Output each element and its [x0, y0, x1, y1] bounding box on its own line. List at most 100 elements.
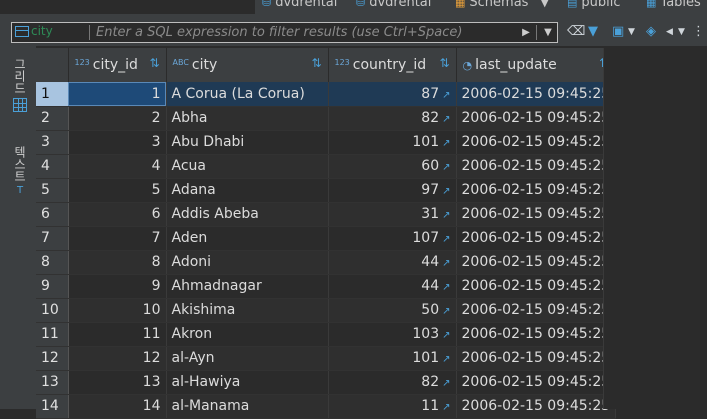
- cell-country-id[interactable]: 11 ↗: [328, 394, 457, 419]
- cell-last-update[interactable]: 2006-02-15 09:45:25: [456, 346, 617, 371]
- cell-last-update[interactable]: 2006-02-15 09:45:25: [456, 298, 617, 323]
- table-row[interactable]: 8 8 Adoni 44 ↗ 2006-02-15 09:45:25: [36, 250, 617, 275]
- crumb-tables[interactable]: ▦ Tables: [646, 0, 701, 10]
- cell-city[interactable]: al-Ayn: [166, 346, 329, 371]
- table-row[interactable]: 9 9 Ahmadnagar 44 ↗ 2006-02-15 09:45:25: [36, 274, 617, 299]
- foreign-key-link-icon[interactable]: ↗: [442, 114, 450, 125]
- cell-city-id[interactable]: 10: [68, 298, 167, 323]
- foreign-key-link-icon[interactable]: ↗: [442, 186, 450, 197]
- cell-country-id[interactable]: 44 ↗: [328, 250, 457, 275]
- foreign-key-link-icon[interactable]: ↗: [442, 258, 450, 269]
- cell-city[interactable]: Adoni: [166, 250, 329, 275]
- cell-last-update[interactable]: 2006-02-15 09:45:25: [456, 154, 617, 179]
- row-number[interactable]: 13: [36, 370, 69, 395]
- cell-last-update[interactable]: 2006-02-15 09:45:25: [456, 82, 617, 107]
- cell-country-id[interactable]: 82 ↗: [328, 106, 457, 131]
- table-row[interactable]: 11 11 Akron 103 ↗ 2006-02-15 09:45:25: [36, 322, 617, 347]
- foreign-key-link-icon[interactable]: ↗: [442, 378, 450, 389]
- cell-last-update[interactable]: 2006-02-15 09:45:25: [456, 322, 617, 347]
- foreign-key-link-icon[interactable]: ↗: [442, 138, 450, 149]
- cell-last-update[interactable]: 2006-02-15 09:45:25: [456, 106, 617, 131]
- cell-country-id[interactable]: 50 ↗: [328, 298, 457, 323]
- cell-last-update[interactable]: 2006-02-15 09:45:25: [456, 370, 617, 395]
- foreign-key-link-icon[interactable]: ↗: [442, 90, 450, 101]
- table-row[interactable]: 14 14 al-Manama 11 ↗ 2006-02-15 09:45:25: [36, 394, 617, 419]
- row-number[interactable]: 11: [36, 322, 69, 347]
- cell-last-update[interactable]: 2006-02-15 09:45:25: [456, 202, 617, 227]
- cell-last-update[interactable]: 2006-02-15 09:45:25: [456, 178, 617, 203]
- foreign-key-link-icon[interactable]: ↗: [442, 330, 450, 341]
- tab-text[interactable]: 텍스트 T: [9, 146, 31, 196]
- cell-last-update[interactable]: 2006-02-15 09:45:25: [456, 274, 617, 299]
- cell-city[interactable]: Aden: [166, 226, 329, 251]
- cell-city-id[interactable]: 7: [68, 226, 167, 251]
- table-row[interactable]: 12 12 al-Ayn 101 ↗ 2006-02-15 09:45:25: [36, 346, 617, 371]
- cell-city[interactable]: A Corua (La Corua): [166, 82, 329, 107]
- cell-country-id[interactable]: 87 ↗: [328, 82, 457, 107]
- table-row[interactable]: 11A Corua (La Corua) 87 ↗ 2006-02-15 09:45:…: [36, 82, 617, 107]
- foreign-key-link-icon[interactable]: ↗: [442, 306, 450, 317]
- row-number[interactable]: 3: [36, 130, 69, 155]
- foreign-key-link-icon[interactable]: ↗: [442, 402, 450, 413]
- table-row[interactable]: 7 7 Aden 107 ↗ 2006-02-15 09:45:25: [36, 226, 617, 251]
- panels-icon[interactable]: ◈: [646, 24, 656, 39]
- row-number[interactable]: 10: [36, 298, 69, 323]
- cell-city-id[interactable]: 3: [68, 130, 167, 155]
- cell-city-id[interactable]: 2: [68, 106, 167, 131]
- filter-input[interactable]: [96, 23, 516, 42]
- row-number[interactable]: 7: [36, 226, 69, 251]
- row-number[interactable]: 5: [36, 178, 69, 203]
- cell-country-id[interactable]: 101 ↗: [328, 346, 457, 371]
- cell-city-id[interactable]: 14: [68, 394, 167, 419]
- cell-city[interactable]: Ahmadnagar: [166, 274, 329, 299]
- table-row[interactable]: 6 6 Addis Abeba 31 ↗ 2006-02-15 09:45:25: [36, 202, 617, 227]
- cell-city-id[interactable]: 4: [68, 154, 167, 179]
- cell-country-id[interactable]: 107 ↗: [328, 226, 457, 251]
- more-icon[interactable]: ⋮: [692, 24, 705, 39]
- cell-country-id[interactable]: 44 ↗: [328, 274, 457, 299]
- sort-filter-icon[interactable]: ⇅: [311, 56, 321, 70]
- cell-city-id[interactable]: 1: [68, 82, 167, 107]
- sort-filter-icon[interactable]: ⇅: [149, 56, 159, 70]
- cell-city[interactable]: Abha: [166, 106, 329, 131]
- crumb-schemas[interactable]: ▦ Schemas ▼: [455, 0, 549, 10]
- crumb-dvdrental-2[interactable]: ⛁ dvdrental: [356, 0, 431, 10]
- cell-city-id[interactable]: 6: [68, 202, 167, 227]
- row-number-header[interactable]: [36, 48, 69, 82]
- cell-city-id[interactable]: 12: [68, 346, 167, 371]
- crumb-dvdrental-1[interactable]: ⛁ dvdrental: [262, 0, 337, 10]
- table-row[interactable]: 13 13 al-Hawiya 82 ↗ 2006-02-15 09:45:25: [36, 370, 617, 395]
- column-header-city[interactable]: ABC city ⇅: [166, 48, 329, 82]
- cell-city[interactable]: Akishima: [166, 298, 329, 323]
- foreign-key-link-icon[interactable]: ↗: [442, 282, 450, 293]
- row-number[interactable]: 14: [36, 394, 69, 419]
- column-header-country-id[interactable]: 123 country_id ⇅: [328, 48, 457, 82]
- row-number[interactable]: 12: [36, 346, 69, 371]
- tab-grid[interactable]: 그리드: [9, 58, 31, 112]
- filter-history-icon[interactable]: ▼: [540, 24, 556, 41]
- foreign-key-link-icon[interactable]: ↗: [442, 162, 450, 173]
- cell-city-id[interactable]: 9: [68, 274, 167, 299]
- cell-city-id[interactable]: 8: [68, 250, 167, 275]
- chevron-down-icon[interactable]: ▼: [540, 0, 548, 9]
- apply-filter-icon[interactable]: ▶: [518, 24, 534, 41]
- panels-chevron-icon[interactable]: ◀: [666, 27, 673, 37]
- filter-icon[interactable]: ▼: [588, 24, 598, 39]
- save-filter-icon[interactable]: ▣: [612, 24, 624, 39]
- cell-country-id[interactable]: 60 ↗: [328, 154, 457, 179]
- cell-country-id[interactable]: 31 ↗: [328, 202, 457, 227]
- cell-country-id[interactable]: 82 ↗: [328, 370, 457, 395]
- table-row[interactable]: 3 3 Abu Dhabi 101 ↗ 2006-02-15 09:45:25: [36, 130, 617, 155]
- row-number[interactable]: 9: [36, 274, 69, 299]
- cell-last-update[interactable]: 2006-02-15 09:45:25: [456, 226, 617, 251]
- cell-city[interactable]: al-Manama: [166, 394, 329, 419]
- foreign-key-link-icon[interactable]: ↗: [442, 354, 450, 365]
- cell-city-id[interactable]: 5: [68, 178, 167, 203]
- cell-city[interactable]: al-Hawiya: [166, 370, 329, 395]
- table-row[interactable]: 2 2 Abha 82 ↗ 2006-02-15 09:45:25: [36, 106, 617, 131]
- save-chevron-icon[interactable]: ▼: [628, 27, 635, 37]
- row-number[interactable]: 4: [36, 154, 69, 179]
- cell-city[interactable]: Acua: [166, 154, 329, 179]
- cell-city[interactable]: Addis Abeba: [166, 202, 329, 227]
- cell-last-update[interactable]: 2006-02-15 09:45:25: [456, 394, 617, 419]
